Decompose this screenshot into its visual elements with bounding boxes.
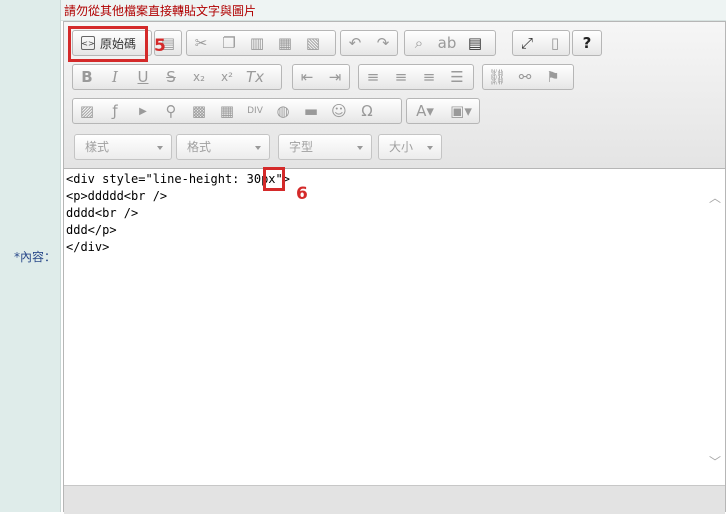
undo-icon[interactable]: ↶ (341, 31, 369, 55)
indent-group: ⇤ ⇥ (292, 64, 350, 90)
smiley-icon[interactable]: ☺ (325, 99, 353, 123)
code-line: ddd</p> (66, 223, 117, 237)
find-group: ⌕ ab ▤ (404, 30, 496, 56)
font-combo[interactable]: 字型 (278, 134, 372, 160)
size-combo-label: 大小 (389, 140, 414, 154)
outdent-icon[interactable]: ⇤ (293, 65, 321, 89)
view-group: ⤢ ▯ (512, 30, 570, 56)
history-group: ↶ ↷ (340, 30, 398, 56)
show-blocks-icon[interactable]: ▯ (541, 31, 569, 55)
paste-icon[interactable]: ▥ (243, 31, 271, 55)
scroll-down-icon[interactable]: ﹀ (709, 453, 721, 470)
strike-icon[interactable]: S (157, 65, 185, 89)
code-line: <p>ddddd<br /> (66, 189, 168, 203)
italic-icon[interactable]: I (101, 65, 129, 89)
chevron-down-icon (427, 146, 433, 150)
align-center-icon[interactable]: ≡ (387, 65, 415, 89)
links-group: ⛓ ⚯ ⚑ (482, 64, 574, 90)
superscript-icon[interactable]: x² (213, 65, 241, 89)
link-icon[interactable]: ⛓ (483, 65, 511, 89)
form-label-column: *內容： (0, 0, 61, 512)
table-icon[interactable]: ▦ (213, 99, 241, 123)
iframe-icon[interactable]: ◍ (269, 99, 297, 123)
maximize-icon[interactable]: ⤢ (513, 31, 541, 55)
map-icon[interactable]: ⚲ (157, 99, 185, 123)
format-combo-label: 格式 (187, 140, 212, 154)
source-code-textarea[interactable]: <div style="line-height: 30px"> <p>ddddd<… (64, 169, 725, 485)
div-icon[interactable]: DIV (241, 99, 269, 123)
editor-status-bar (64, 485, 725, 514)
special-char-icon[interactable]: Ω (353, 99, 381, 123)
paste-text-icon[interactable]: ▦ (271, 31, 299, 55)
indent-icon[interactable]: ⇥ (321, 65, 349, 89)
justify-icon[interactable]: ☰ (443, 65, 471, 89)
find-icon[interactable]: ⌕ (405, 31, 433, 55)
align-group: ≡ ≡ ≡ ☰ (358, 64, 474, 90)
text-color-icon[interactable]: A▾ (407, 99, 443, 123)
redo-icon[interactable]: ↷ (369, 31, 397, 55)
anchor-icon[interactable]: ⚑ (539, 65, 567, 89)
bg-color-icon[interactable]: ▣▾ (443, 99, 479, 123)
align-left-icon[interactable]: ≡ (359, 65, 387, 89)
chevron-down-icon (357, 146, 363, 150)
youtube-icon[interactable]: ▶ (129, 99, 157, 123)
bold-icon[interactable]: B (73, 65, 101, 89)
source-button-highlight (68, 26, 148, 62)
paste-warning-notice: 請勿從其他檔案直接轉貼文字與圖片 (64, 4, 257, 18)
chevron-down-icon (157, 146, 163, 150)
cut-icon[interactable]: ✂ (187, 31, 215, 55)
help-icon[interactable]: ? (573, 31, 601, 55)
step-marker-6: 6 (296, 184, 308, 204)
font-combo-label: 字型 (289, 140, 314, 154)
chevron-down-icon (255, 146, 261, 150)
help-group: ? (572, 30, 602, 56)
paste-word-icon[interactable]: ▧ (299, 31, 327, 55)
code-line: </div> (66, 240, 110, 254)
code-line: dddd<br /> (66, 206, 139, 220)
underline-icon[interactable]: U (129, 65, 157, 89)
styles-combo[interactable]: 樣式 (74, 134, 172, 160)
remove-format-icon[interactable]: Tx (241, 65, 269, 89)
replace-icon[interactable]: ab (433, 31, 461, 55)
scroll-up-icon[interactable]: ︿ (709, 189, 721, 206)
step-marker-5: 5 (154, 36, 166, 56)
value-highlight (263, 167, 285, 191)
insert-group: ▨ ƒ ▶ ⚲ ▩ ▦ DIV ◍ ▬ ☺ Ω (72, 98, 402, 124)
qrcode-icon[interactable]: ▩ (185, 99, 213, 123)
image-icon[interactable]: ▨ (73, 99, 101, 123)
align-right-icon[interactable]: ≡ (415, 65, 443, 89)
format-combo[interactable]: 格式 (176, 134, 270, 160)
rich-text-editor: <> 原始碼 ▤ ✂ ❐ ▥ ▦ ▧ ↶ ↷ ⌕ ab ▤ ⤢ ▯ ? B I … (63, 21, 726, 514)
clipboard-group: ✂ ❐ ▥ ▦ ▧ (186, 30, 336, 56)
subscript-icon[interactable]: x₂ (185, 65, 213, 89)
basic-styles-group: B I U S x₂ x² Tx (72, 64, 282, 90)
content-field-label: *內容： (13, 250, 56, 264)
horizontal-rule-icon[interactable]: ▬ (297, 99, 325, 123)
flash-icon[interactable]: ƒ (101, 99, 129, 123)
styles-combo-label: 樣式 (85, 140, 110, 154)
select-all-icon[interactable]: ▤ (461, 31, 489, 55)
code-line: <div style="line-height: 30px"> (66, 172, 290, 186)
color-group: A▾ ▣▾ (406, 98, 480, 124)
unlink-icon[interactable]: ⚯ (511, 65, 539, 89)
notice-row: 請勿從其他檔案直接轉貼文字與圖片 (61, 0, 726, 21)
size-combo[interactable]: 大小 (378, 134, 442, 160)
copy-icon[interactable]: ❐ (215, 31, 243, 55)
